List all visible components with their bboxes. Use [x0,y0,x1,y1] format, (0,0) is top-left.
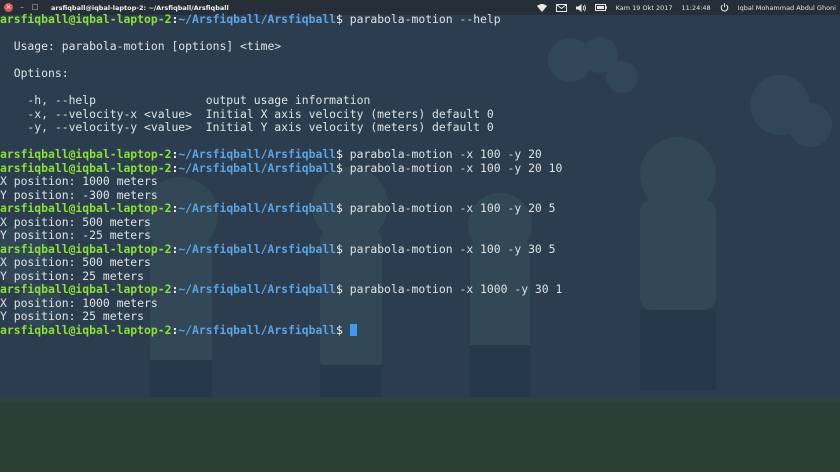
terminal-output-line: X position: 500 meters [0,255,151,269]
terminal-output-line: -x, --velocity-x <value> Initial X axis … [0,106,494,121]
prompt-dollar: $ [336,160,343,175]
prompt-path: ~/Arsfiqball/Arsfiqball [178,241,337,256]
prompt-dollar: $ [336,12,343,26]
prompt-dollar: $ [336,147,343,161]
prompt-path: ~/Arsfiqball/Arsfiqball [178,201,337,215]
minimize-icon[interactable]: – [18,3,26,12]
terminal-output-line: -y, --velocity-y <value> Initial Y axis … [0,120,494,134]
wifi-icon[interactable] [536,3,547,12]
window-controls: × – □ [0,3,39,12]
command-text: parabola-motion -x 100 -y 20 [342,147,542,161]
command-text [343,323,350,337]
prompt-user-host: arsfiqball@iqbal-laptop-2 [0,322,172,337]
prompt-user-host: arsfiqball@iqbal-laptop-2 [0,147,172,161]
terminal-output-line: Usage: parabola-motion [options] <time> [0,39,282,53]
clock-label[interactable]: 11:24:48 [681,4,710,12]
mail-icon[interactable] [555,3,567,12]
terminal-output-line: -h, --help output usage information [0,93,371,107]
terminal-prompt-line: arsfiqball@iqbal-laptop-2:~/Arsfiqball/A… [0,201,840,216]
terminal-output-line: X position: 500 meters [0,214,151,229]
prompt-path: ~/Arsfiqball/Arsfiqball [178,160,337,175]
prompt-dollar: $ [336,201,343,215]
terminal-output-line: Y position: -300 meters [0,187,158,202]
window-title: arsfiqball@iqbal-laptop-2: ~/Arsfiqball/… [51,3,229,12]
terminal-prompt-line: arsfiqball@iqbal-laptop-2:~/Arsfiqball/A… [0,147,840,162]
date-label[interactable]: Kam 19 Okt 2017 [616,4,673,12]
terminal-prompt-line: arsfiqball@iqbal-laptop-2:~/Arsfiqball/A… [0,12,840,27]
terminal-output[interactable]: arsfiqball@iqbal-laptop-2:~/Arsfiqball/A… [0,12,840,353]
terminal-output-line: X position: 1000 meters [0,295,158,310]
prompt-user-host: arsfiqball@iqbal-laptop-2 [0,241,172,256]
command-text: parabola-motion -x 100 -y 30 5 [342,241,556,256]
terminal-output-line: Y position: 25 meters [0,268,145,283]
command-text: parabola-motion -x 100 -y 20 5 [342,201,556,215]
terminal-prompt-line: arsfiqball@iqbal-laptop-2:~/Arsfiqball/A… [0,241,840,257]
terminal-output-line: Y position: 25 meters [0,309,145,323]
terminal-output-line: X position: 1000 meters [0,174,158,188]
maximize-icon[interactable]: □ [31,3,39,12]
prompt-user-host: arsfiqball@iqbal-laptop-2 [0,12,172,26]
prompt-dollar: $ [336,322,343,337]
command-text: parabola-motion --help [342,12,501,26]
prompt-dollar: $ [336,241,343,256]
command-text: parabola-motion -x 100 -y 20 10 [342,160,563,175]
prompt-user-host: arsfiqball@iqbal-laptop-2 [0,160,172,175]
prompt-dollar: $ [336,282,343,296]
terminal-output-line: Options: [0,66,69,80]
prompt-path: ~/Arsfiqball/Arsfiqball [178,322,337,337]
terminal-prompt-line: arsfiqball@iqbal-laptop-2:~/Arsfiqball/A… [0,322,840,338]
terminal-output-line: Y position: -25 meters [0,228,151,242]
prompt-user-host: arsfiqball@iqbal-laptop-2 [0,201,172,215]
prompt-path: ~/Arsfiqball/Arsfiqball [178,147,337,161]
prompt-path: ~/Arsfiqball/Arsfiqball [178,12,337,26]
close-icon[interactable]: × [4,3,13,12]
terminal-prompt-line: arsfiqball@iqbal-laptop-2:~/Arsfiqball/A… [0,282,840,297]
prompt-user-host: arsfiqball@iqbal-laptop-2 [0,282,172,296]
terminal-prompt-line: arsfiqball@iqbal-laptop-2:~/Arsfiqball/A… [0,160,840,176]
prompt-path: ~/Arsfiqball/Arsfiqball [178,282,337,296]
text-cursor [349,323,357,336]
power-icon[interactable] [720,3,729,12]
user-menu[interactable]: Iqbal Mohammad Abdul Ghoni [738,4,836,12]
command-text: parabola-motion -x 1000 -y 30 1 [342,282,563,296]
volume-icon[interactable] [575,3,586,12]
battery-icon[interactable] [594,4,607,11]
